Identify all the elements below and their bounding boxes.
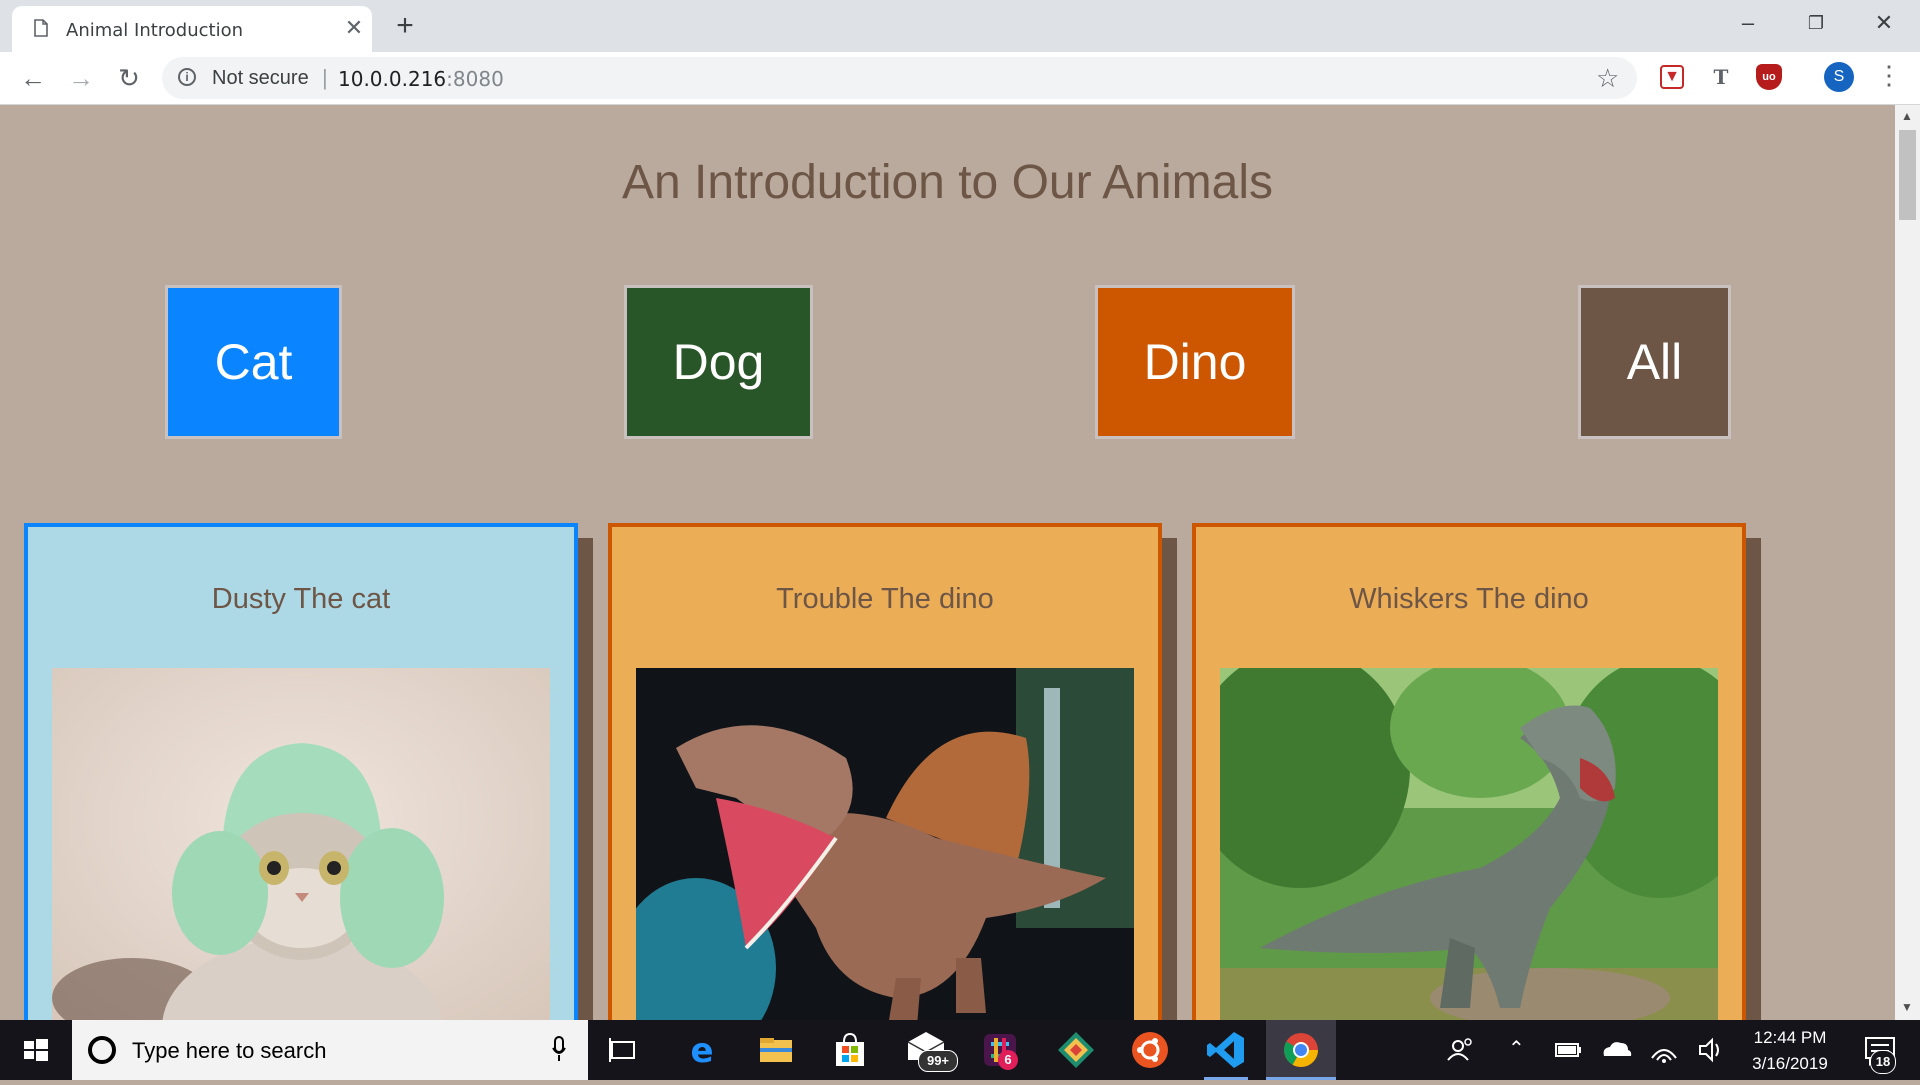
card-shadow — [578, 538, 593, 1020]
info-icon[interactable]: i — [178, 68, 196, 86]
volume-icon[interactable] — [1688, 1028, 1732, 1072]
profile-avatar[interactable]: S — [1824, 62, 1854, 92]
close-tab-icon[interactable]: ✕ — [342, 16, 366, 40]
url-text[interactable]: 10.0.0.216:8080 — [338, 67, 504, 91]
card-title: Trouble The dino — [776, 583, 994, 615]
task-view-icon[interactable] — [602, 1028, 646, 1072]
cat-filter-button[interactable]: Cat — [165, 285, 342, 439]
page-scrollbar[interactable]: ▲ ▼ — [1895, 105, 1920, 1020]
people-icon[interactable] — [1440, 1028, 1484, 1072]
animal-card-trouble[interactable]: Trouble The dino — [608, 523, 1162, 1020]
security-label[interactable]: Not secure — [212, 67, 309, 90]
clock-time[interactable]: 12:44 PM — [1740, 1028, 1840, 1048]
url-host: 10.0.0.216 — [338, 67, 447, 91]
browser-tab[interactable]: Animal Introduction ✕ — [12, 6, 372, 52]
svg-text:e: e — [690, 1031, 713, 1071]
dino-filter-button[interactable]: Dino — [1095, 285, 1295, 439]
menu-kebab-icon[interactable]: ⋮ — [1876, 60, 1902, 94]
browser-tabstrip: Animal Introduction ✕ + – ❐ ✕ — [0, 0, 1920, 52]
search-placeholder: Type here to search — [132, 1038, 327, 1063]
browser-toolbar: ← → ↻ i Not secure | 10.0.0.216:8080 ☆ ▼… — [0, 52, 1920, 105]
windows-taskbar: Type here to search e 99+ 6 ⌃ 12:44 PM 3… — [0, 1020, 1920, 1080]
restore-button[interactable]: ❐ — [1796, 8, 1836, 38]
clock-date[interactable]: 3/16/2019 — [1740, 1054, 1840, 1074]
address-bar[interactable]: i Not secure | 10.0.0.216:8080 ☆ — [162, 57, 1637, 99]
windows-logo-icon — [24, 1039, 48, 1061]
mail-badge: 99+ — [918, 1050, 958, 1072]
all-filter-button[interactable]: All — [1578, 285, 1731, 439]
scroll-up-arrow-icon[interactable]: ▲ — [1901, 109, 1913, 123]
page-title: An Introduction to Our Animals — [622, 156, 1273, 209]
vscode-icon[interactable] — [1204, 1028, 1248, 1072]
file-explorer-icon[interactable] — [754, 1028, 798, 1072]
cortana-icon[interactable] — [88, 1036, 116, 1064]
scroll-down-arrow-icon[interactable]: ▼ — [1901, 1000, 1913, 1014]
new-tab-button[interactable]: + — [390, 11, 420, 42]
minimize-button[interactable]: – — [1728, 8, 1768, 38]
text-extension-icon[interactable]: T — [1708, 64, 1734, 90]
spinosaurus-photo — [636, 668, 1134, 1020]
chrome-taskbar-button[interactable] — [1266, 1020, 1336, 1080]
gitkraken-icon[interactable] — [1054, 1028, 1098, 1072]
ubuntu-icon[interactable] — [1128, 1028, 1172, 1072]
scroll-thumb[interactable] — [1899, 130, 1916, 220]
start-button[interactable] — [0, 1020, 70, 1080]
animal-card-whiskers[interactable]: Whiskers The dino — [1192, 523, 1746, 1020]
bookmark-star-icon[interactable]: ☆ — [1596, 63, 1619, 94]
page-content: An Introduction to Our Animals Cat Dog D… — [0, 105, 1895, 1020]
tray-expand-chevron-icon[interactable]: ⌃ — [1508, 1036, 1525, 1061]
edge-browser-icon[interactable]: e — [680, 1028, 724, 1072]
card-shadow — [1162, 538, 1177, 1020]
dog-filter-button[interactable]: Dog — [624, 285, 813, 439]
animal-card-dusty[interactable]: Dusty The cat — [24, 523, 578, 1020]
store-icon[interactable] — [828, 1028, 872, 1072]
wifi-icon[interactable] — [1642, 1028, 1686, 1072]
card-title: Dusty The cat — [211, 583, 391, 615]
taskbar-search[interactable]: Type here to search — [72, 1020, 588, 1080]
url-port: :8080 — [446, 67, 504, 91]
tab-title: Animal Introduction — [66, 20, 244, 41]
pocket-extension-icon[interactable]: ▼ — [1660, 65, 1684, 89]
page-icon — [34, 19, 48, 37]
close-window-button[interactable]: ✕ — [1864, 8, 1904, 38]
trex-photo — [1220, 668, 1718, 1020]
chrome-icon — [1284, 1033, 1318, 1067]
forward-arrow-icon[interactable]: → — [66, 63, 96, 93]
microphone-icon[interactable] — [552, 1036, 566, 1062]
onedrive-icon[interactable] — [1594, 1028, 1638, 1072]
ublock-extension-icon[interactable]: uo — [1756, 64, 1782, 90]
reload-icon[interactable]: ↻ — [114, 63, 144, 93]
notification-badge: 18 — [1870, 1050, 1896, 1074]
card-title: Whiskers The dino — [1349, 583, 1589, 615]
card-shadow — [1746, 538, 1761, 1020]
battery-icon[interactable] — [1546, 1028, 1590, 1072]
slack-badge: 6 — [998, 1050, 1018, 1070]
back-arrow-icon[interactable]: ← — [18, 63, 48, 93]
url-separator: | — [322, 65, 328, 90]
cat-photo — [52, 668, 550, 1020]
